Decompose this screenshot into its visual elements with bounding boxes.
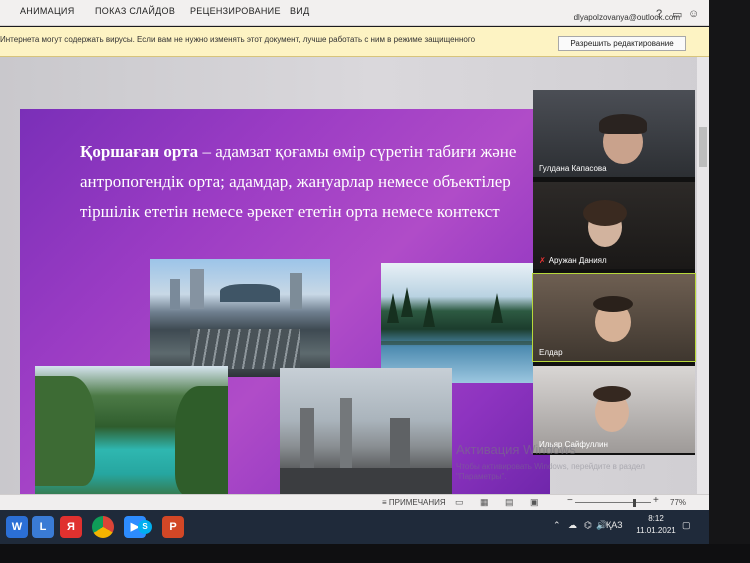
tray-expand-icon[interactable]: ⌃ [553, 520, 561, 531]
forest-lake-photo [381, 263, 533, 383]
participant-tile[interactable]: Гулдана Капасова [533, 90, 695, 177]
tab-review[interactable]: РЕЦЕНЗИРОВАНИЕ [190, 6, 281, 16]
industrial-smog-photo [280, 368, 452, 498]
slide-text: Қоршаған орта – адамзат қоғамы өмір сүре… [80, 137, 540, 227]
scroll-thumb[interactable] [699, 127, 707, 167]
skype-icon[interactable]: S [138, 520, 152, 534]
monitor-bezel-edge [709, 0, 750, 563]
tab-view[interactable]: ВИД [290, 6, 309, 16]
zoom-out-icon[interactable]: − [567, 495, 573, 506]
status-bar: ≡ ПРИМЕЧАНИЯ ▭ ▦ ▤ ▣ − + 77% [0, 494, 709, 510]
windows-activation-title: Активация Windows [456, 442, 576, 457]
participant-name: Елдар [539, 348, 563, 357]
zoom-slider[interactable]: − + [567, 495, 659, 507]
reading-view-icon[interactable]: ▤ [505, 497, 514, 508]
powerpoint-app-icon[interactable]: P [162, 516, 184, 538]
turquoise-lake-photo [35, 366, 228, 501]
city-photo [150, 259, 330, 377]
sorter-view-icon[interactable]: ▦ [480, 497, 489, 508]
ribbon-tabs: АНИМАЦИЯ ПОКАЗ СЛАЙДОВ РЕЦЕНЗИРОВАНИЕ ВИ… [0, 0, 750, 26]
help-icon[interactable]: ? [656, 8, 670, 22]
cloud-icon[interactable]: ☁ [568, 520, 577, 531]
windows-taskbar: W L Я ▶ P S ⌃ ☁ ⌬ 🔊 ҚАЗ 8:12 11.01.2021 … [0, 510, 709, 544]
keyboard-layout[interactable]: ҚАЗ [606, 520, 623, 530]
tab-slide-show[interactable]: ПОКАЗ СЛАЙДОВ [95, 6, 175, 16]
enable-editing-button[interactable]: Разрешить редактирование [558, 36, 686, 51]
slide[interactable]: Қоршаған орта – адамзат қоғамы өмір сүре… [20, 109, 550, 519]
notifications-icon[interactable]: ▢ [682, 520, 691, 531]
slide-term: Қоршаған орта [80, 142, 199, 161]
monitor-bottom-bezel [0, 544, 750, 563]
participant-name: Гулдана Капасова [539, 164, 607, 173]
clock-date: 11.01.2021 [636, 526, 676, 535]
participant-tile[interactable]: ✗ Аружан Даниял [533, 182, 695, 269]
participant-tile-active[interactable]: Елдар [532, 273, 696, 362]
zoom-percent[interactable]: 77% [670, 498, 686, 507]
video-participants-panel: Гулдана Капасова ✗ Аружан Даниял Елдар Ил… [532, 90, 696, 455]
minimize-icon[interactable]: ▭ [672, 8, 686, 22]
muted-mic-icon: ✗ [539, 256, 546, 265]
account-icon[interactable]: ☺ [688, 8, 702, 22]
word-app-icon[interactable]: W [6, 516, 28, 538]
protected-view-message: Интернета могут содержать вирусы. Если в… [0, 35, 476, 44]
vertical-scrollbar[interactable] [697, 57, 709, 494]
protected-view-bar: Интернета могут содержать вирусы. Если в… [0, 27, 750, 57]
zoom-knob[interactable] [632, 499, 636, 507]
tab-animation[interactable]: АНИМАЦИЯ [20, 6, 75, 16]
participant-name: ✗ Аружан Даниял [539, 256, 607, 265]
network-icon[interactable]: ⌬ [584, 520, 592, 531]
system-clock[interactable]: 8:12 11.01.2021 [636, 513, 676, 537]
notes-button[interactable]: ≡ ПРИМЕЧАНИЯ [382, 498, 446, 507]
yandex-browser-icon[interactable]: Я [60, 516, 82, 538]
windows-activation-subtitle: Чтобы активировать Windows, перейдите в … [456, 462, 645, 481]
participant-tile[interactable]: Ильяр Сайфуллин [533, 366, 695, 453]
zoom-in-icon[interactable]: + [653, 495, 659, 506]
slideshow-view-icon[interactable]: ▣ [530, 497, 539, 508]
normal-view-icon[interactable]: ▭ [455, 497, 464, 508]
chrome-icon[interactable] [92, 516, 114, 538]
lync-app-icon[interactable]: L [32, 516, 54, 538]
clock-time: 8:12 [648, 514, 664, 523]
